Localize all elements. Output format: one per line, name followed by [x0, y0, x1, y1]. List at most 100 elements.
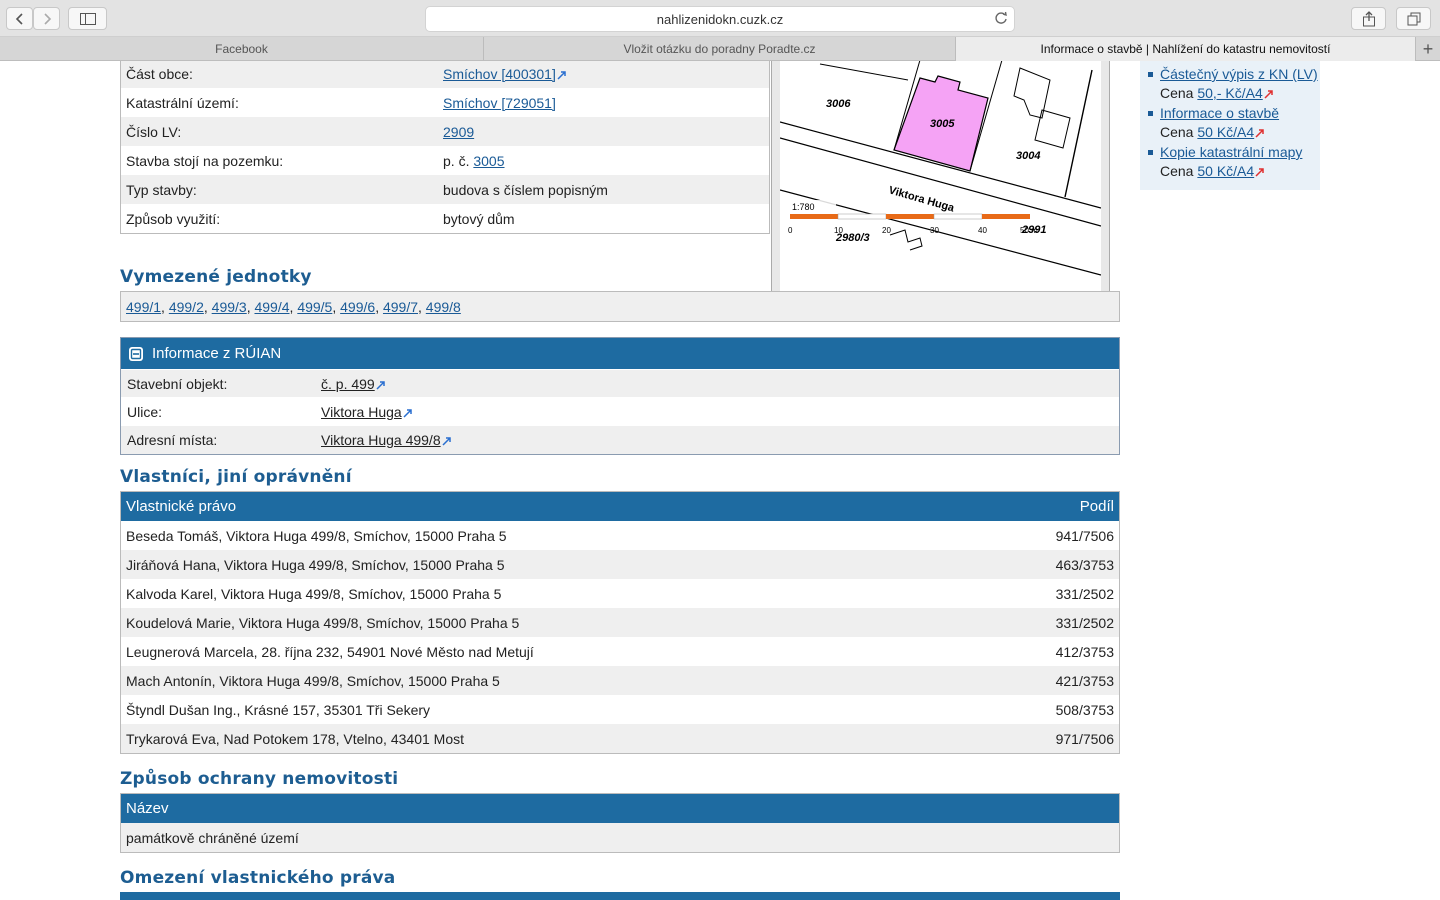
partial-extract-link[interactable]: Částečný výpis z KN (LV)	[1160, 66, 1318, 82]
parcel-link[interactable]: 3005	[473, 153, 504, 169]
map-parcel-label: 3006	[826, 98, 851, 110]
unit-link[interactable]: 499/8	[426, 299, 461, 315]
sidebar-services: Částečný výpis z KN (LV) Cena 50,- Kč/A4…	[1140, 61, 1320, 190]
sidebar-item-building-info: Informace o stavbě Cena 50 Kč/A4	[1144, 104, 1320, 142]
unit-link[interactable]: 499/6	[340, 299, 375, 315]
table-row: Koudelová Marie, Viktora Huga 499/8, Smí…	[121, 608, 1119, 637]
scale-tick: 20	[882, 226, 891, 235]
cadastral-map-thumbnail[interactable]: 3006 3005 3004 2991 2980/3 Viktora Huga …	[771, 61, 1110, 317]
building-info-link[interactable]: Informace o stavbě	[1160, 105, 1279, 121]
ruian-rows: Stavební objekt: č. p. 499 Ulice: Viktor…	[121, 369, 1119, 453]
unit-link[interactable]: 499/4	[254, 299, 289, 315]
table-row: Beseda Tomáš, Viktora Huga 499/8, Smícho…	[121, 521, 1119, 550]
map-copy-link[interactable]: Kopie katastrální mapy	[1160, 144, 1302, 160]
url-text: nahlizenidokn.cuzk.cz	[656, 11, 784, 27]
table-row: Kalvoda Karel, Viktora Huga 499/8, Smích…	[121, 579, 1119, 608]
protection-heading: Způsob ochrany nemovitosti	[120, 769, 399, 789]
chevron-left-icon	[15, 12, 23, 25]
sidebar-item-map-copy: Kopie katastrální mapy Cena 50 Kč/A4	[1144, 143, 1320, 181]
map-parcel-label: 3004	[1016, 150, 1040, 162]
price-link[interactable]: 50 Kč/A4	[1197, 163, 1264, 179]
unit-link[interactable]: 499/2	[169, 299, 204, 315]
ku-link[interactable]: Smíchov [729051]	[443, 95, 556, 111]
external-link-icon	[1264, 90, 1273, 99]
ruian-row: Stavební objekt: č. p. 499	[121, 369, 1119, 397]
share-button[interactable]	[1351, 7, 1386, 30]
scale-tick: 30	[930, 226, 939, 235]
address-link[interactable]: Viktora Huga 499/8	[321, 432, 451, 448]
tab-poradte[interactable]: Vložit otázku do poradny Poradte.cz	[484, 37, 956, 61]
external-link-icon	[1255, 129, 1264, 138]
table-row: Štyndl Dušan Ing., Krásné 157, 35301 Tři…	[121, 695, 1119, 724]
protection-table: Název památkově chráněné území	[120, 793, 1120, 853]
unit-link[interactable]: 499/5	[297, 299, 332, 315]
external-link-icon	[557, 70, 566, 80]
plus-icon: +	[1422, 38, 1434, 59]
address-bar[interactable]: nahlizenidokn.cuzk.cz	[425, 6, 1015, 32]
ruian-row: Adresní místa: Viktora Huga 499/8	[121, 425, 1119, 453]
units-heading: Vymezené jednotky	[120, 267, 312, 287]
scale-tick: 10	[834, 226, 843, 235]
external-link-icon	[442, 436, 451, 446]
map-image: 3006 3005 3004 2991 2980/3 Viktora Huga …	[780, 61, 1101, 305]
info-row-lv: Číslo LV: 2909	[121, 117, 769, 146]
collapse-icon[interactable]	[128, 346, 144, 362]
page-content: Část obce: Smíchov [400301] Katastrální …	[0, 61, 1440, 900]
browser-toolbar: nahlizenidokn.cuzk.cz	[0, 0, 1440, 37]
unit-link[interactable]: 499/1	[126, 299, 161, 315]
protection-rows: památkově chráněné území	[121, 823, 1119, 852]
forward-button[interactable]	[33, 7, 60, 30]
cast-obce-link[interactable]: Smíchov [400301]	[443, 66, 566, 82]
tab-bar: Facebook Vložit otázku do poradny Poradt…	[0, 37, 1440, 61]
ruian-row: Ulice: Viktora Huga	[121, 397, 1119, 425]
building-object-link[interactable]: č. p. 499	[321, 376, 385, 392]
share-icon	[1362, 10, 1375, 26]
col-header-ownership: Vlastnické právo	[126, 498, 237, 515]
table-row: památkově chráněné území	[121, 823, 1119, 852]
ruian-panel-header[interactable]: Informace z RÚIAN	[121, 338, 1119, 369]
scale-tick: 50 m	[1020, 226, 1038, 235]
back-button[interactable]	[6, 7, 33, 30]
restrictions-heading: Omezení vlastnického práva	[120, 868, 396, 888]
ruian-panel: Informace z RÚIAN Stavební objekt: č. p.…	[120, 337, 1120, 455]
tab-facebook[interactable]: Facebook	[0, 37, 484, 61]
external-link-icon	[1255, 168, 1264, 177]
info-row-typ: Typ stavby: budova s číslem popisným	[121, 175, 769, 204]
owners-rows: Beseda Tomáš, Viktora Huga 499/8, Smícho…	[121, 521, 1119, 753]
sidebar-toggle-button[interactable]	[68, 7, 107, 30]
info-row-pozemek: Stavba stojí na pozemku: p. č. 3005	[126, 152, 505, 169]
street-link[interactable]: Viktora Huga	[321, 404, 412, 420]
info-row-vyuziti: Způsob využití: bytový dům	[126, 210, 515, 227]
tabs-overview-button[interactable]	[1396, 7, 1431, 30]
tabs-icon	[1407, 12, 1420, 25]
price-link[interactable]: 50 Kč/A4	[1197, 124, 1264, 140]
unit-link[interactable]: 499/7	[383, 299, 418, 315]
map-parcel-label: 3005	[930, 118, 955, 130]
col-header-name: Název	[126, 800, 169, 817]
owners-heading: Vlastníci, jiní oprávnění	[120, 467, 352, 487]
restrictions-table-header	[120, 892, 1120, 900]
price-link[interactable]: 50,- Kč/A4	[1197, 85, 1273, 101]
external-link-icon	[376, 380, 385, 390]
scale-tick: 40	[978, 226, 987, 235]
scale-tick: 0	[788, 226, 793, 235]
units-list: 499/1, 499/2, 499/3, 499/4, 499/5, 499/6…	[120, 291, 1120, 322]
reload-icon[interactable]	[994, 11, 1008, 28]
map-scale-label: 1:780	[792, 202, 815, 212]
table-row: Jiráňová Hana, Viktora Huga 499/8, Smích…	[121, 550, 1119, 579]
table-row: Mach Antonín, Viktora Huga 499/8, Smícho…	[121, 666, 1119, 695]
ruian-title: Informace z RÚIAN	[152, 345, 282, 362]
lv-link[interactable]: 2909	[443, 124, 474, 140]
chevron-right-icon	[43, 12, 51, 25]
external-link-icon	[403, 408, 412, 418]
protection-table-header: Název	[121, 794, 1119, 823]
table-row: Leugnerová Marcela, 28. října 232, 54901…	[121, 637, 1119, 666]
new-tab-button[interactable]: +	[1416, 37, 1440, 61]
tab-katastr[interactable]: Informace o stavbě | Nahlížení do katast…	[956, 37, 1416, 61]
unit-link[interactable]: 499/3	[212, 299, 247, 315]
col-header-share: Podíl	[1079, 498, 1114, 515]
sidebar-item-lv: Částečný výpis z KN (LV) Cena 50,- Kč/A4	[1144, 65, 1320, 103]
building-info-table: Část obce: Smíchov [400301] Katastrální …	[120, 61, 770, 234]
info-row-ku: Katastrální území: Smíchov [729051]	[126, 94, 556, 111]
owners-table: Vlastnické právo Podíl Beseda Tomáš, Vik…	[120, 491, 1120, 754]
